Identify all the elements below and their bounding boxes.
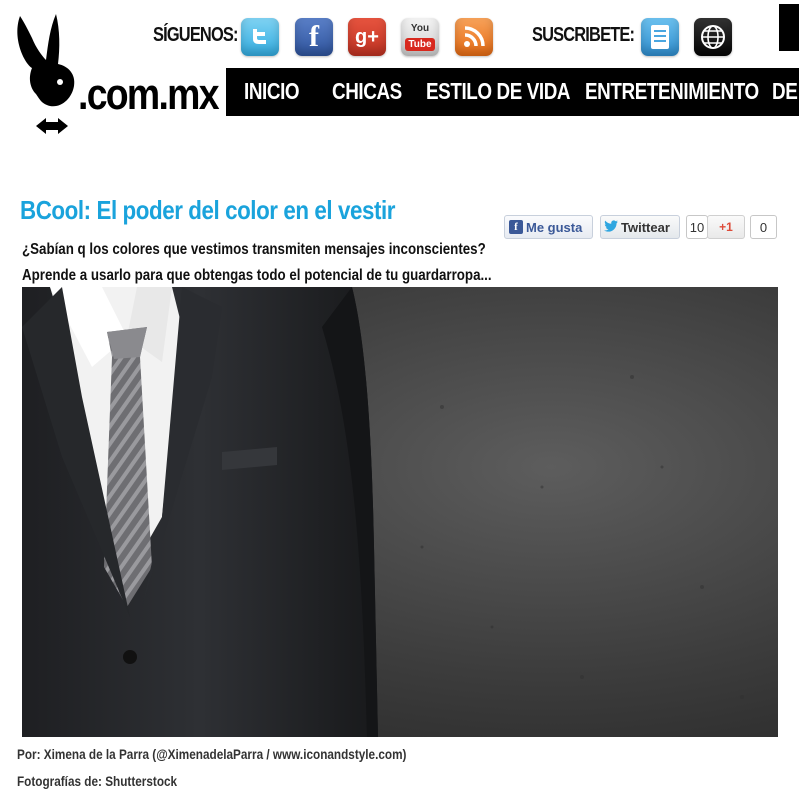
newsletter-icon[interactable] bbox=[641, 18, 679, 56]
google-plus-icon[interactable]: g+ bbox=[348, 18, 386, 56]
article-photo bbox=[22, 287, 778, 737]
header-corner-block bbox=[779, 4, 799, 51]
google-plus-count: 0 bbox=[750, 215, 777, 239]
facebook-icon[interactable]: f bbox=[295, 18, 333, 56]
google-plus-one-button[interactable]: +1 bbox=[707, 215, 745, 239]
man-in-suit-illustration bbox=[22, 287, 744, 737]
youtube-you-text: You bbox=[410, 22, 430, 34]
google-plus-one-label: +1 bbox=[719, 220, 733, 234]
web-icon[interactable] bbox=[694, 18, 732, 56]
photo-credit: Fotografías de: Shutterstock bbox=[17, 773, 178, 789]
bunny-logo-icon bbox=[17, 14, 75, 134]
nav-item-more[interactable]: DE bbox=[772, 78, 798, 105]
subscribe-label: SUSCRIBETE: bbox=[532, 24, 635, 46]
youtube-tube-text: Tube bbox=[405, 37, 435, 51]
tweet-button[interactable]: Twittear bbox=[600, 215, 680, 239]
author-credit: Por: Ximena de la Parra (@XimenadelaParr… bbox=[17, 746, 407, 762]
gplus-glyph: g+ bbox=[355, 25, 379, 48]
tweet-label: Twittear bbox=[621, 219, 670, 235]
main-nav: INICIO CHICAS ESTILO DE VIDA ENTRETENIMI… bbox=[226, 68, 799, 116]
nav-item-entretenimiento[interactable]: ENTRETENIMIENTO bbox=[585, 78, 759, 105]
tweet-count: 10 bbox=[686, 215, 708, 239]
twitter-icon[interactable] bbox=[241, 18, 279, 56]
nav-item-chicas[interactable]: CHICAS bbox=[332, 78, 402, 105]
logo-text: .com.mx bbox=[78, 70, 220, 119]
nav-item-inicio[interactable]: INICIO bbox=[244, 78, 300, 105]
twitter-bird-icon bbox=[604, 219, 618, 235]
facebook-small-icon: f bbox=[509, 220, 523, 234]
rss-icon[interactable] bbox=[455, 18, 493, 56]
youtube-icon[interactable]: You Tube bbox=[401, 18, 439, 56]
article-title[interactable]: BCool: El poder del color en el vestir bbox=[20, 195, 395, 226]
article-subtitle: ¿Sabían q los colores que vestimos trans… bbox=[22, 241, 492, 284]
nav-item-estilo-de-vida[interactable]: ESTILO DE VIDA bbox=[426, 78, 571, 105]
facebook-like-button[interactable]: f Me gusta bbox=[504, 215, 593, 239]
follow-label: SÍGUENOS: bbox=[153, 24, 238, 46]
facebook-glyph: f bbox=[309, 20, 319, 53]
facebook-like-label: Me gusta bbox=[526, 219, 583, 235]
